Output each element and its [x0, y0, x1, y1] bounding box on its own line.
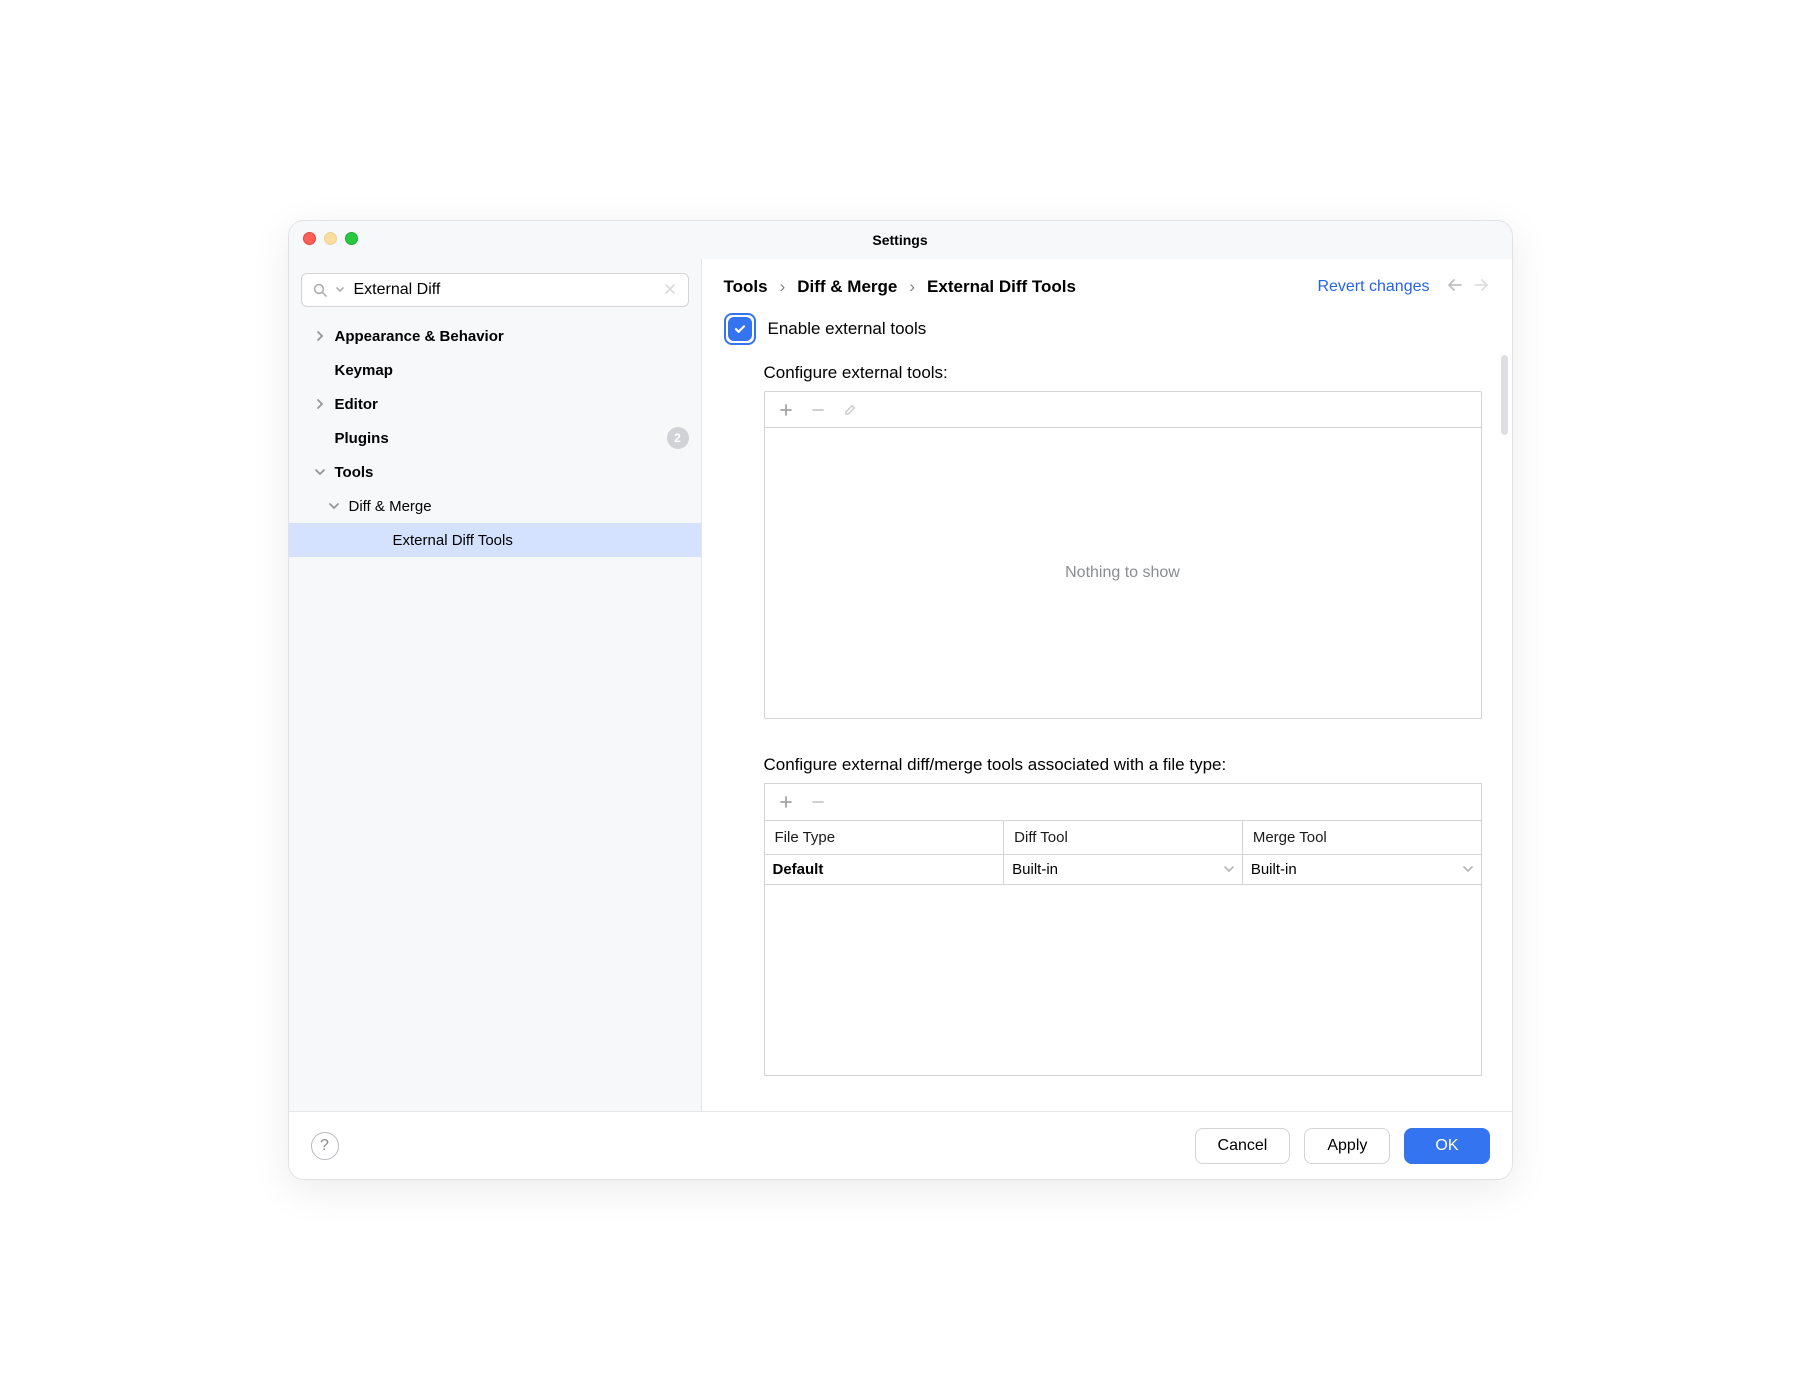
remove-assoc-button: [805, 789, 831, 815]
crumb-diff-merge[interactable]: Diff & Merge: [797, 277, 897, 297]
settings-panel: Enable external tools Configure external…: [702, 307, 1512, 1111]
chevron-down-icon: [313, 467, 327, 477]
apply-button[interactable]: Apply: [1304, 1128, 1390, 1164]
settings-body: Appearance & Behavior Keymap Editor Plug…: [289, 259, 1512, 1111]
search-icon: [312, 282, 328, 298]
settings-window: Settings Appearance & Behavior: [288, 220, 1513, 1180]
sidebar-item-label: Diff & Merge: [349, 498, 432, 515]
plus-icon: [779, 795, 793, 809]
chevron-down-icon: [1224, 861, 1234, 878]
chevron-right-icon: ›: [909, 277, 915, 297]
plugins-badge: 2: [667, 427, 689, 449]
ok-button[interactable]: OK: [1404, 1128, 1489, 1164]
diff-tool-value: Built-in: [1012, 861, 1058, 878]
col-file-type: File Type: [765, 821, 1004, 854]
sidebar-item-label: External Diff Tools: [393, 532, 513, 549]
crumb-tools[interactable]: Tools: [724, 277, 768, 297]
assoc-table-body-empty: [765, 885, 1481, 1075]
assoc-table-header: File Type Diff Tool Merge Tool: [765, 820, 1481, 855]
sidebar-item-keymap[interactable]: Keymap: [289, 353, 701, 387]
cell-diff-tool[interactable]: Built-in: [1003, 855, 1242, 884]
window-title: Settings: [872, 232, 927, 248]
chevron-right-icon: [313, 399, 327, 409]
chevron-right-icon: ›: [780, 277, 786, 297]
pencil-icon: [843, 403, 857, 417]
cell-merge-tool[interactable]: Built-in: [1242, 855, 1481, 884]
scrollbar[interactable]: [1501, 355, 1508, 435]
sidebar-item-label: Plugins: [335, 430, 389, 447]
table-row[interactable]: Default Built-in Built-in: [765, 855, 1481, 885]
configure-assoc-label: Configure external diff/merge tools asso…: [764, 755, 1482, 775]
file-type-assoc-table: File Type Diff Tool Merge Tool Default B…: [764, 783, 1482, 1076]
external-tools-toolbar: [765, 392, 1481, 428]
minus-icon: [811, 795, 825, 809]
sidebar-item-plugins[interactable]: Plugins 2: [289, 421, 701, 455]
col-merge-tool: Merge Tool: [1242, 821, 1481, 854]
sidebar-item-editor[interactable]: Editor: [289, 387, 701, 421]
add-assoc-button[interactable]: [773, 789, 799, 815]
cell-file-type: Default: [765, 855, 1004, 884]
checkbox-focus-ring: [724, 313, 756, 345]
sidebar-item-external-diff-tools[interactable]: External Diff Tools: [289, 523, 701, 557]
close-icon: [664, 283, 676, 295]
content-area: Tools › Diff & Merge › External Diff Too…: [702, 259, 1512, 1111]
crumb-external-diff-tools: External Diff Tools: [927, 277, 1076, 297]
external-tools-list: Nothing to show: [764, 391, 1482, 719]
revert-changes-link[interactable]: Revert changes: [1317, 278, 1429, 296]
check-icon: [733, 322, 747, 336]
assoc-toolbar: [765, 784, 1481, 820]
question-icon: ?: [320, 1137, 329, 1155]
zoom-window-button[interactable]: [345, 232, 358, 245]
minimize-window-button[interactable]: [324, 232, 337, 245]
external-tools-empty: Nothing to show: [765, 428, 1481, 718]
enable-external-tools-label: Enable external tools: [768, 319, 927, 339]
breadcrumb: Tools › Diff & Merge › External Diff Too…: [724, 277, 1076, 297]
remove-tool-button: [805, 397, 831, 423]
add-tool-button[interactable]: [773, 397, 799, 423]
sidebar-item-label: Keymap: [335, 362, 393, 379]
sidebar: Appearance & Behavior Keymap Editor Plug…: [289, 259, 702, 1111]
forward-button: [1472, 278, 1490, 297]
dropdown-caret-icon: [336, 286, 344, 294]
cancel-button[interactable]: Cancel: [1195, 1128, 1291, 1164]
enable-external-tools-checkbox[interactable]: [728, 317, 752, 341]
dialog-footer: ? Cancel Apply OK: [289, 1111, 1512, 1179]
close-window-button[interactable]: [303, 232, 316, 245]
nav-arrows: [1446, 278, 1490, 297]
search-input[interactable]: [352, 280, 654, 300]
enable-external-tools-row: Enable external tools: [724, 313, 1482, 345]
sidebar-item-label: Editor: [335, 396, 378, 413]
minus-icon: [811, 403, 825, 417]
merge-tool-value: Built-in: [1251, 861, 1297, 878]
sidebar-item-label: Tools: [335, 464, 374, 481]
edit-tool-button: [837, 397, 863, 423]
chevron-down-icon: [327, 501, 341, 511]
window-controls: [303, 232, 358, 245]
chevron-down-icon: [1463, 861, 1473, 878]
configure-tools-label: Configure external tools:: [764, 363, 1482, 383]
sidebar-item-diff-merge[interactable]: Diff & Merge: [289, 489, 701, 523]
clear-search-button[interactable]: [662, 283, 678, 298]
sidebar-item-tools[interactable]: Tools: [289, 455, 701, 489]
plus-icon: [779, 403, 793, 417]
back-button[interactable]: [1446, 278, 1464, 297]
sidebar-item-label: Appearance & Behavior: [335, 328, 504, 345]
chevron-right-icon: [313, 331, 327, 341]
content-header: Tools › Diff & Merge › External Diff Too…: [702, 259, 1512, 307]
sidebar-item-appearance-behavior[interactable]: Appearance & Behavior: [289, 319, 701, 353]
help-button[interactable]: ?: [311, 1132, 339, 1160]
titlebar: Settings: [289, 221, 1512, 259]
search-field[interactable]: [301, 273, 689, 307]
settings-tree: Appearance & Behavior Keymap Editor Plug…: [289, 313, 701, 557]
col-diff-tool: Diff Tool: [1003, 821, 1242, 854]
